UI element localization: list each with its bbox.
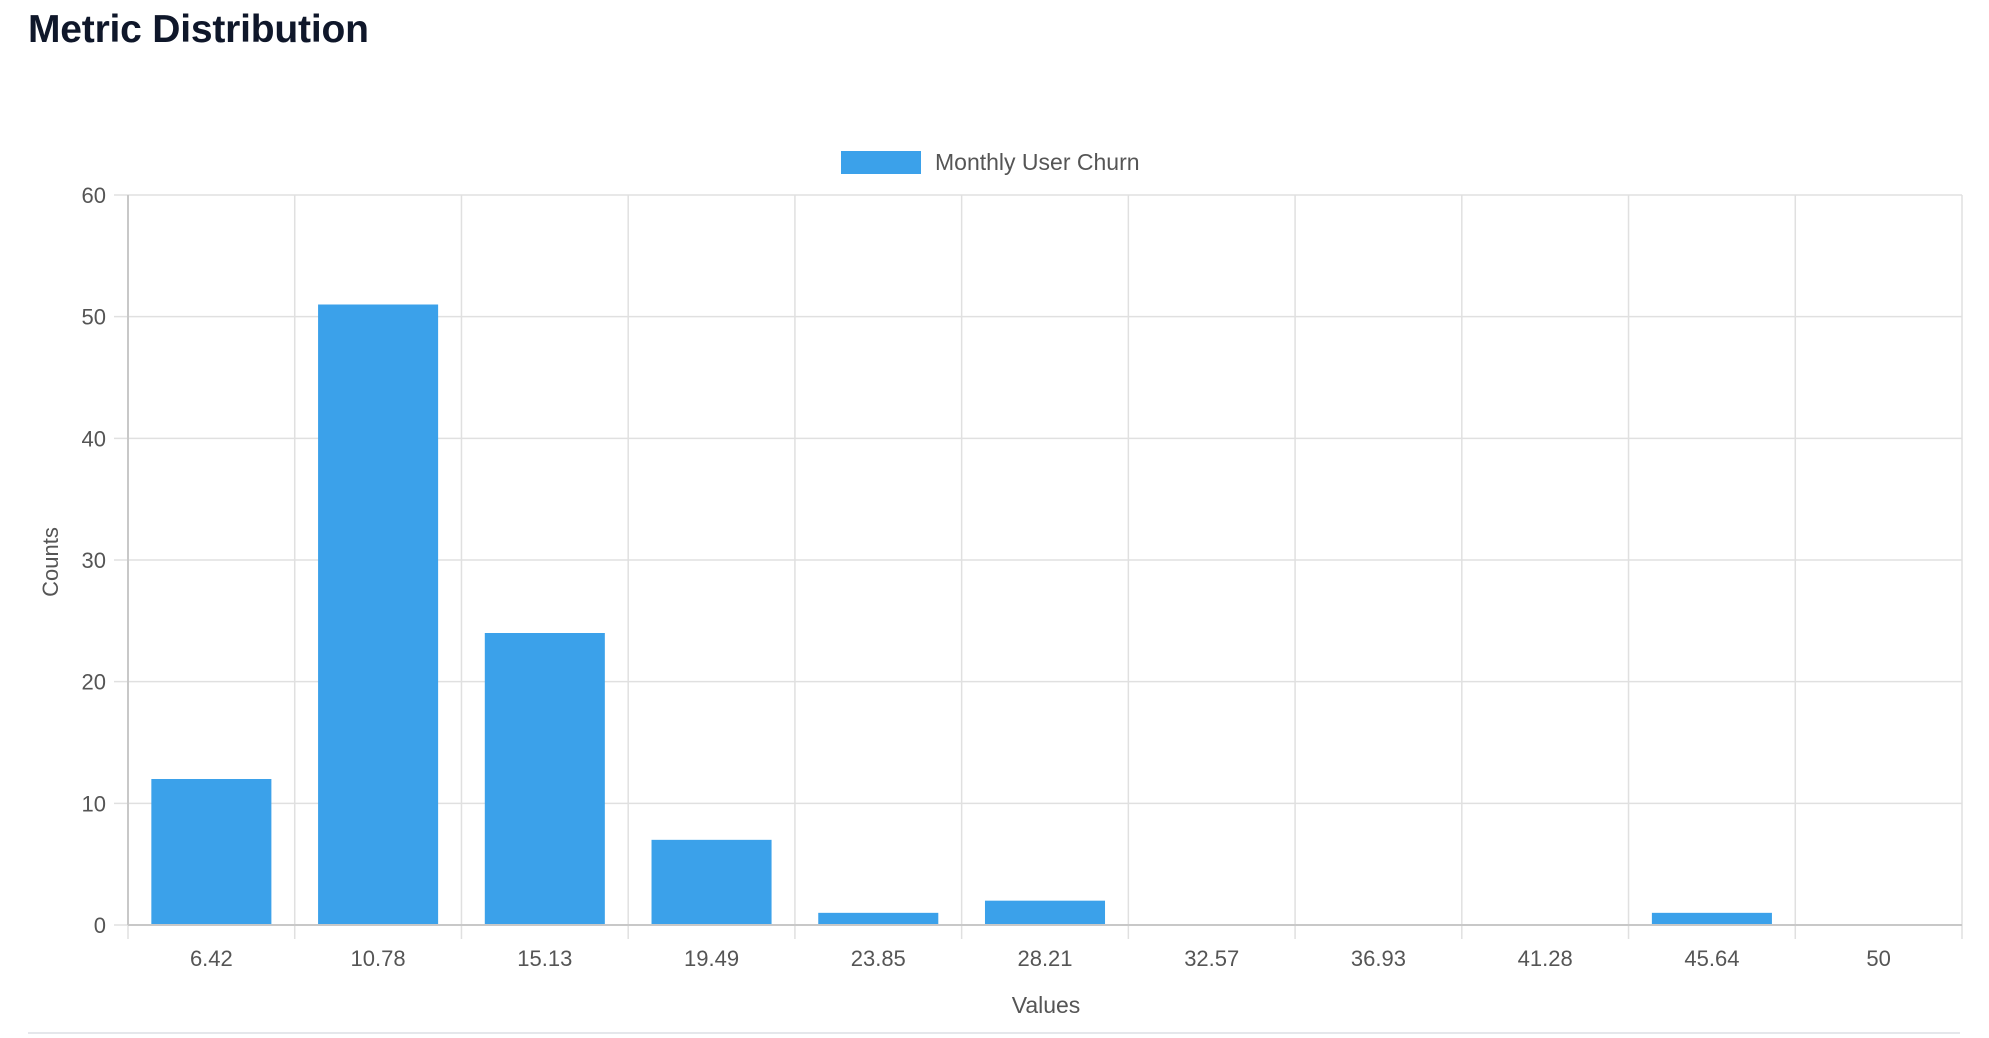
bar[interactable] [651, 839, 772, 925]
legend-label: Monthly User Churn [935, 149, 1140, 175]
x-tick-label: 15.13 [517, 946, 572, 971]
legend[interactable]: Monthly User Churn [841, 149, 1140, 175]
y-tick-label: 50 [82, 305, 106, 330]
bar[interactable] [151, 779, 272, 925]
y-tick-label: 20 [82, 670, 106, 695]
legend-swatch [841, 151, 921, 174]
x-tick-label: 45.64 [1684, 946, 1739, 971]
x-tick-label: 32.57 [1184, 946, 1239, 971]
x-tick-label: 36.93 [1351, 946, 1406, 971]
bar[interactable] [484, 633, 605, 925]
x-tick-label: 10.78 [351, 946, 406, 971]
y-tick-label: 10 [82, 791, 106, 816]
y-tick-label: 30 [82, 548, 106, 573]
y-tick-label: 60 [82, 183, 106, 208]
histogram-chart: 0 10 20 30 40 50 60 6.42 10.78 15.13 19.49 23.85 28… [38, 149, 1963, 1018]
x-axis-label: Values [1012, 992, 1081, 1018]
x-tick-label: 19.49 [684, 946, 739, 971]
x-tick-label: 28.21 [1017, 946, 1072, 971]
bar[interactable] [1651, 912, 1772, 925]
x-tick-label: 23.85 [851, 946, 906, 971]
bottom-divider [28, 1032, 1960, 1034]
bar[interactable] [318, 304, 439, 926]
x-tick-label: 50 [1866, 946, 1890, 971]
x-tick-label: 41.28 [1518, 946, 1573, 971]
bar[interactable] [984, 900, 1106, 925]
bar[interactable] [818, 912, 939, 925]
y-tick-label: 40 [82, 426, 106, 451]
x-tick-label: 6.42 [190, 946, 233, 971]
y-tick-label: 0 [94, 913, 106, 938]
x-tick-labels: 6.42 10.78 15.13 19.49 23.85 28.21 32.57 36.93 4… [190, 946, 1891, 971]
y-tick-labels: 0 10 20 30 40 50 60 [82, 183, 106, 938]
y-axis-label: Counts [38, 527, 63, 597]
